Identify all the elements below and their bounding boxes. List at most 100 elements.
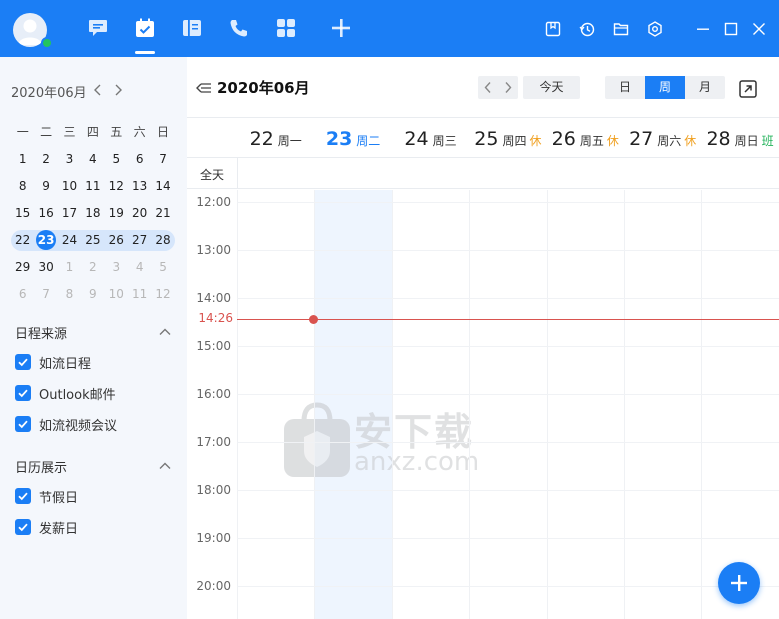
display-item[interactable]: 发薪日 — [15, 518, 79, 537]
sources-item[interactable]: Outlook邮件 — [15, 384, 116, 403]
mini-day[interactable]: 1 — [58, 254, 81, 281]
mini-day[interactable]: 26 — [105, 227, 128, 254]
day-header[interactable]: 26 周五休 — [547, 118, 624, 158]
prev-week-button[interactable] — [478, 76, 498, 99]
day-number: 27 — [629, 128, 654, 150]
mini-day[interactable]: 6 — [11, 281, 34, 308]
checkbox-checked[interactable] — [15, 385, 31, 401]
mini-day[interactable]: 14 — [151, 173, 174, 200]
checkbox-checked[interactable] — [15, 519, 31, 535]
next-week-button[interactable] — [498, 76, 518, 99]
notebook-icon[interactable] — [179, 15, 205, 41]
day-number: 22 — [249, 128, 274, 150]
today-button[interactable]: 今天 — [523, 76, 580, 99]
mini-day[interactable]: 22 — [11, 227, 34, 254]
hour-gridline — [237, 202, 779, 203]
mini-day[interactable]: 7 — [34, 281, 57, 308]
calendar-icon[interactable] — [132, 15, 158, 54]
checkbox-checked[interactable] — [15, 416, 31, 432]
mini-day[interactable]: 8 — [11, 173, 34, 200]
day-header[interactable]: 25 周四休 — [469, 118, 546, 158]
view-tab[interactable]: 日 — [605, 76, 645, 99]
mini-day[interactable]: 20 — [128, 200, 151, 227]
mini-day[interactable]: 17 — [58, 200, 81, 227]
phone-icon[interactable] — [226, 15, 252, 41]
mini-day[interactable]: 25 — [81, 227, 104, 254]
view-tab[interactable]: 周 — [645, 76, 685, 99]
mini-day[interactable]: 19 — [105, 200, 128, 227]
day-header[interactable]: 22 周一 — [237, 118, 314, 158]
mini-day[interactable]: 4 — [81, 146, 104, 173]
mini-day[interactable]: 4 — [128, 254, 151, 281]
checkbox-checked[interactable] — [15, 488, 31, 504]
settings-icon[interactable] — [645, 19, 665, 39]
mini-day-number: 21 — [155, 206, 171, 220]
mini-day-today[interactable]: 23 — [34, 227, 57, 254]
time-grid[interactable]: 安下载 anxz.com 12:00 13:00 14:00 15:00 16:00 17… — [187, 190, 779, 619]
maximize-icon[interactable] — [721, 19, 741, 39]
plus-icon[interactable] — [328, 15, 354, 41]
mini-day[interactable]: 29 — [11, 254, 34, 281]
day-header[interactable]: 24 周三 — [392, 118, 469, 158]
sources-collapse-icon[interactable] — [158, 324, 172, 338]
mini-day[interactable]: 27 — [128, 227, 151, 254]
mini-next-month-icon[interactable] — [110, 81, 126, 99]
mini-day[interactable]: 11 — [81, 173, 104, 200]
mini-day[interactable]: 2 — [34, 146, 57, 173]
day-header[interactable]: 23 周二 — [314, 118, 391, 158]
folder-icon[interactable] — [611, 19, 631, 39]
mini-day[interactable]: 5 — [151, 254, 174, 281]
mini-day[interactable]: 10 — [105, 281, 128, 308]
mini-day[interactable]: 6 — [128, 146, 151, 173]
display-collapse-icon[interactable] — [158, 458, 172, 472]
display-item[interactable]: 节假日 — [15, 487, 78, 506]
mini-day[interactable]: 12 — [105, 173, 128, 200]
mini-day[interactable]: 24 — [58, 227, 81, 254]
mini-day[interactable]: 1 — [11, 146, 34, 173]
mini-week-row: 22 23 24 25 26 27 28 — [11, 227, 175, 254]
mini-day-number: 10 — [108, 287, 124, 301]
add-event-button[interactable] — [718, 562, 760, 604]
day-column-divider — [469, 190, 471, 619]
mini-day-number: 2 — [42, 152, 50, 166]
mini-day[interactable]: 11 — [128, 281, 151, 308]
mini-day[interactable]: 21 — [151, 200, 174, 227]
chat-icon[interactable] — [85, 15, 111, 41]
mini-weekday-label: 四 — [86, 125, 99, 139]
day-header[interactable]: 28 周日班 — [701, 118, 778, 158]
sources-item[interactable]: 如流日程 — [15, 353, 91, 372]
mini-day[interactable]: 9 — [81, 281, 104, 308]
mini-day[interactable]: 10 — [58, 173, 81, 200]
view-tab[interactable]: 月 — [685, 76, 725, 99]
mini-day[interactable]: 3 — [105, 254, 128, 281]
history-icon[interactable] — [577, 19, 597, 39]
minimize-icon[interactable] — [693, 19, 713, 39]
apps-icon[interactable] — [273, 15, 299, 41]
mini-day[interactable]: 13 — [128, 173, 151, 200]
collapse-sidebar-icon[interactable] — [195, 79, 213, 97]
mini-day[interactable]: 3 — [58, 146, 81, 173]
mini-day[interactable]: 16 — [34, 200, 57, 227]
day-header[interactable]: 27 周六休 — [624, 118, 701, 158]
note-icon[interactable] — [543, 19, 563, 39]
mini-day[interactable]: 12 — [151, 281, 174, 308]
sources-item[interactable]: 如流视频会议 — [15, 415, 118, 434]
display-item-label: 发薪日 — [39, 521, 79, 537]
checkbox-checked[interactable] — [15, 354, 31, 370]
mini-day[interactable]: 30 — [34, 254, 57, 281]
day-column-divider — [391, 190, 393, 619]
mini-day[interactable]: 7 — [151, 146, 174, 173]
close-icon[interactable] — [749, 19, 769, 39]
mini-calendar-title: 2020年06月 — [11, 86, 87, 101]
sources-item-label: 如流视频会议 — [39, 418, 118, 434]
mini-day[interactable]: 8 — [58, 281, 81, 308]
mini-day[interactable]: 5 — [105, 146, 128, 173]
mini-day[interactable]: 28 — [151, 227, 174, 254]
mini-day[interactable]: 15 — [11, 200, 34, 227]
mini-prev-month-icon[interactable] — [90, 81, 106, 99]
mini-day[interactable]: 9 — [34, 173, 57, 200]
mini-day[interactable]: 18 — [81, 200, 104, 227]
mini-day[interactable]: 2 — [81, 254, 104, 281]
view-title: 2020年06月 — [217, 79, 310, 97]
open-external-icon[interactable] — [737, 78, 759, 100]
